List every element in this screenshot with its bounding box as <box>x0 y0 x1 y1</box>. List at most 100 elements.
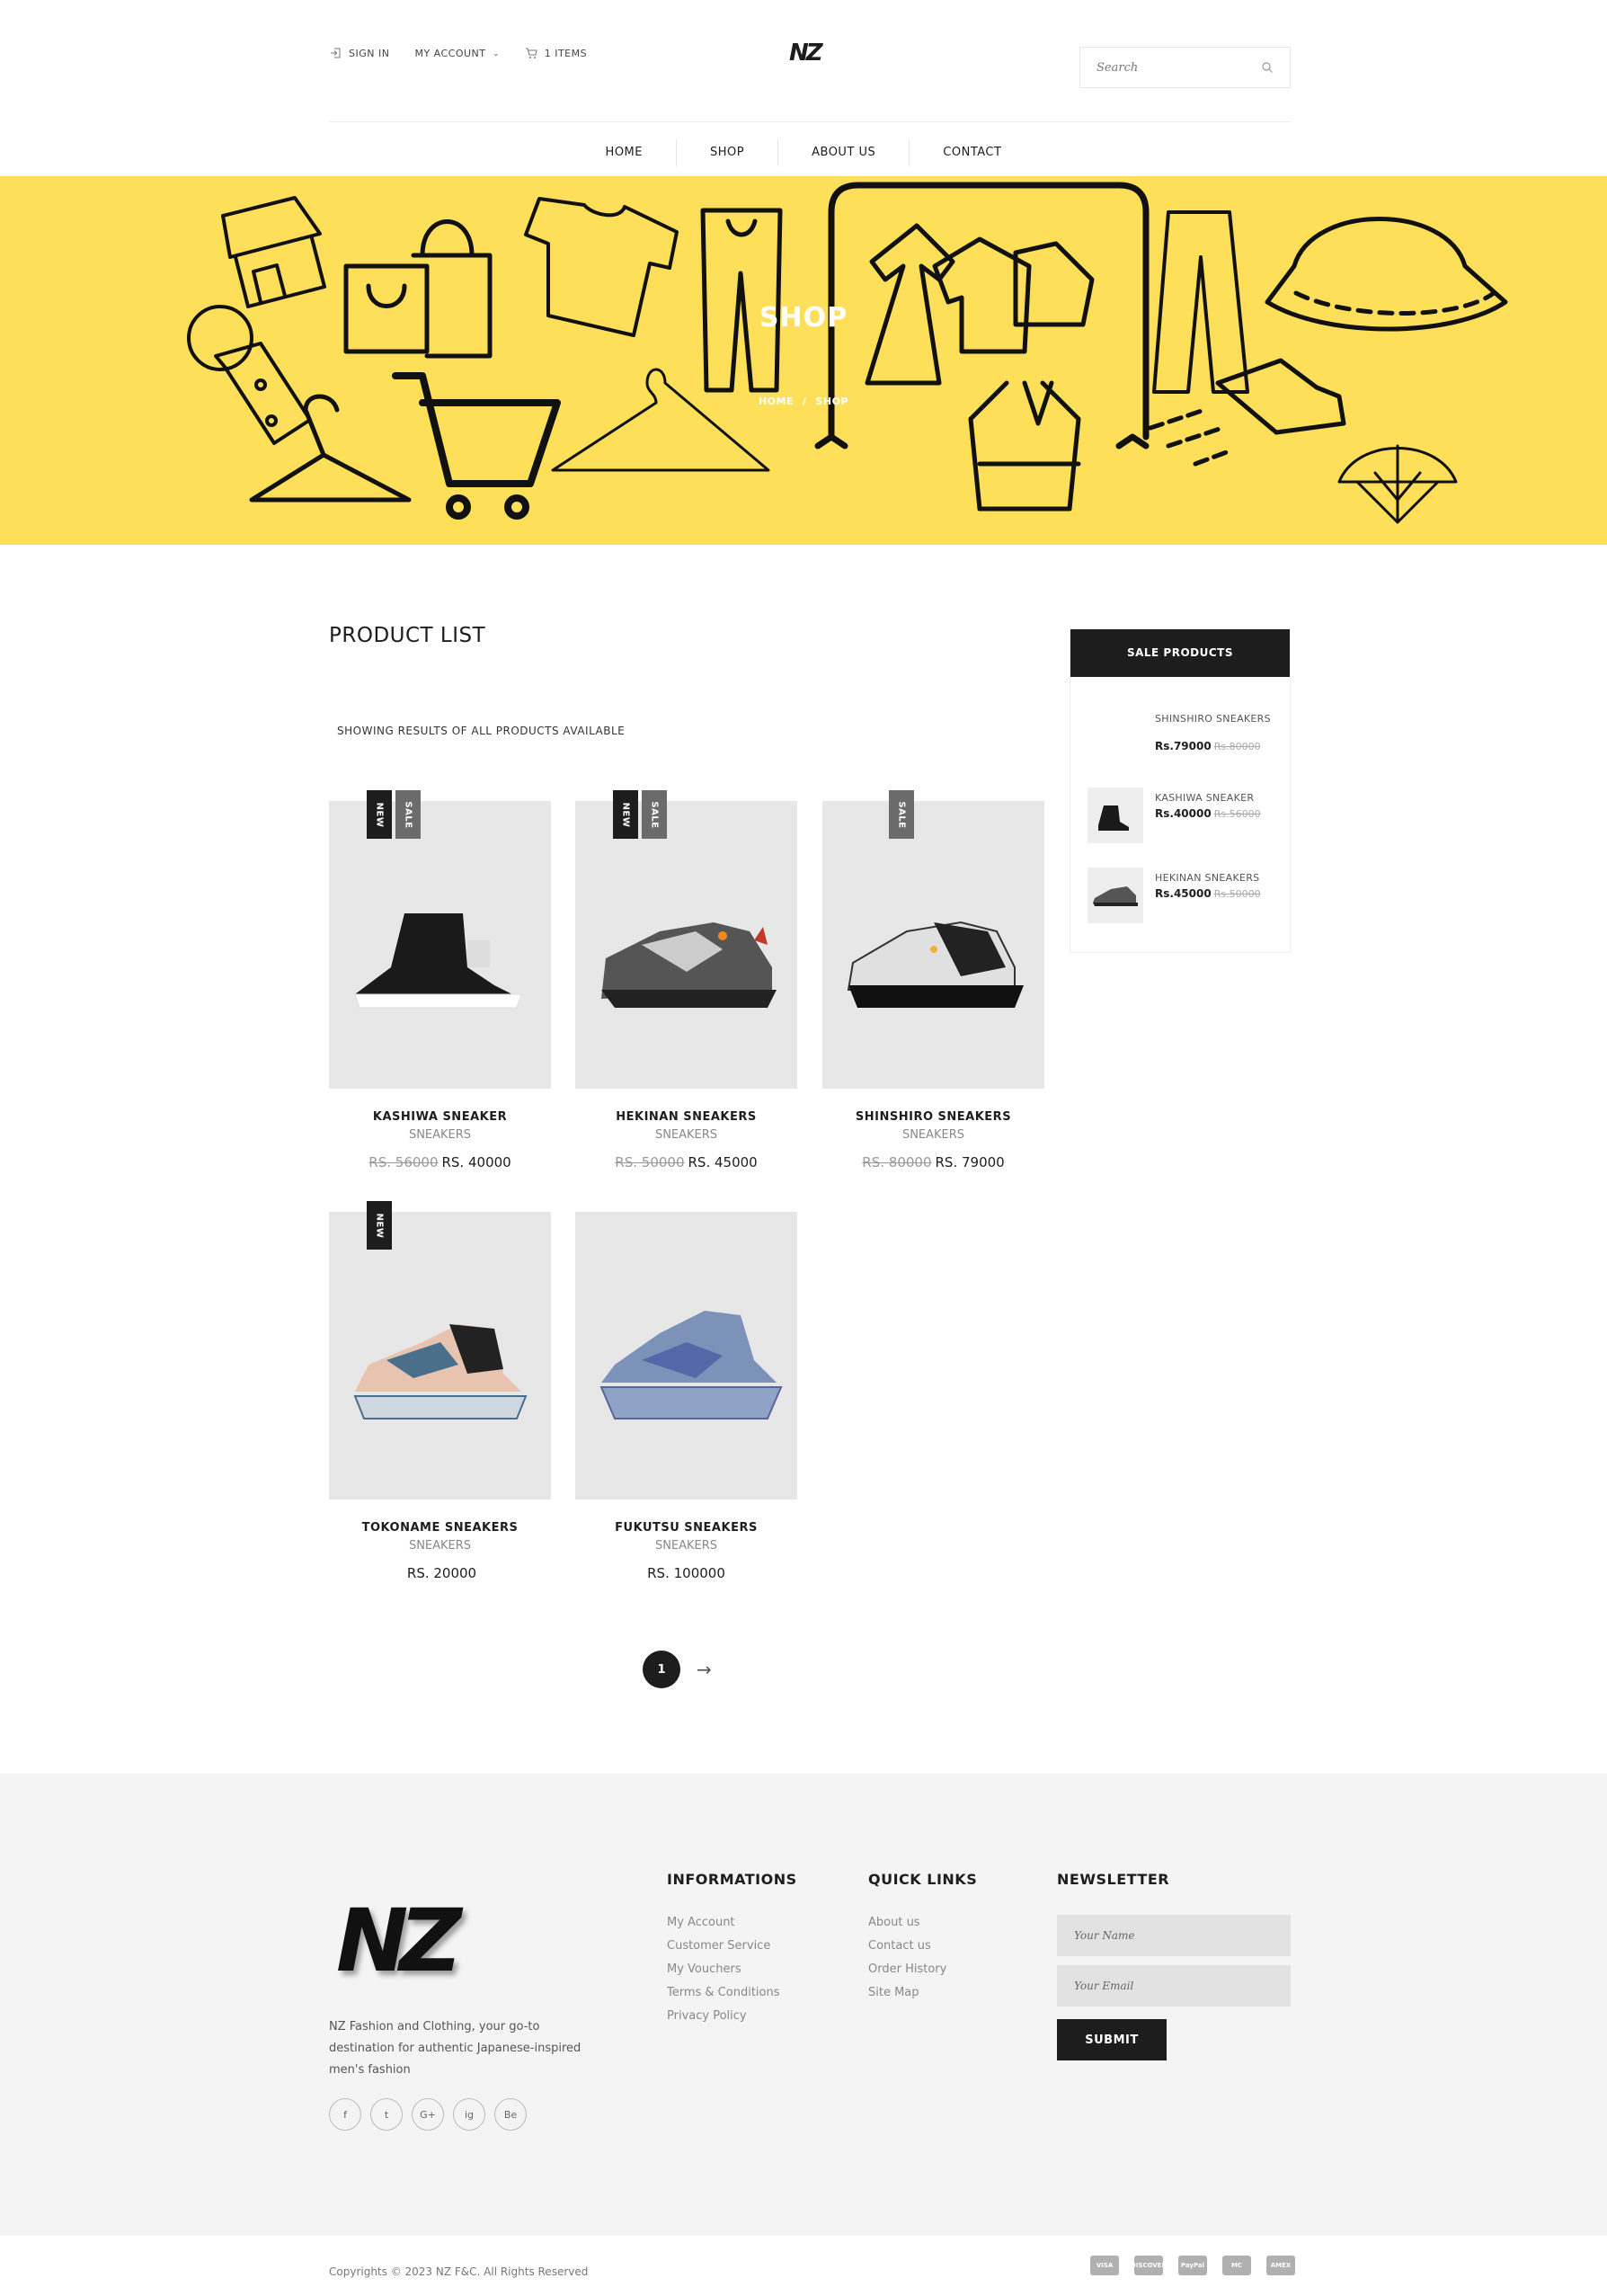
footer-logo[interactable]: NZ <box>336 1891 462 1991</box>
search-icon[interactable] <box>1261 61 1274 74</box>
store-icon <box>221 196 326 308</box>
product-price: RS. 50000 RS. 45000 <box>575 1154 797 1170</box>
mastercard-icon: MC <box>1222 2256 1251 2275</box>
product-price: RS. 100000 <box>575 1565 797 1581</box>
product-category: SNEAKERS <box>408 1539 472 1553</box>
product-image[interactable] <box>575 1212 797 1500</box>
cart-icon <box>525 48 537 58</box>
folding-fan-icon <box>1337 444 1458 524</box>
page-1-button[interactable]: 1 <box>643 1651 680 1688</box>
footer-link-my-account[interactable]: My Account <box>667 1915 797 1930</box>
new-badge: NEW <box>367 1201 392 1250</box>
product-category: SNEAKERS <box>654 1539 718 1553</box>
old-price: RS. 56000 <box>368 1154 439 1170</box>
next-page-arrow-icon[interactable]: → <box>697 1659 712 1680</box>
product-card[interactable]: FUKUTSU SNEAKERS SNEAKERS RS. 100000 <box>575 1212 797 1581</box>
footer-link-my-vouchers[interactable]: My Vouchers <box>667 1962 797 1977</box>
product-name[interactable]: SHINSHIRO SNEAKERS <box>822 1110 1044 1124</box>
shirt-on-rack-icon <box>932 236 1095 354</box>
sale-product-item[interactable]: HEKINAN SNEAKERS Rs.45000 Rs.50000 <box>1070 868 1292 925</box>
site-logo[interactable]: NZ <box>789 40 823 67</box>
quick-links-title: QUICK LINKS <box>868 1871 978 1888</box>
informations-column: INFORMATIONS My Account Customer Service… <box>667 1871 797 2032</box>
paypal-icon: PayPal <box>1178 2256 1207 2275</box>
nav-shop[interactable]: SHOP <box>677 139 779 166</box>
pagination: 1 → <box>643 1651 712 1688</box>
current-price: RS. 40000 <box>441 1154 511 1170</box>
footer-link-about-us[interactable]: About us <box>868 1915 977 1930</box>
sneaker-photo <box>599 1311 783 1419</box>
footer-link-customer-service[interactable]: Customer Service <box>667 1938 797 1953</box>
sale-product-price: Rs.40000 Rs.56000 <box>1155 807 1261 820</box>
nav-about-us[interactable]: ABOUT US <box>778 139 910 166</box>
breadcrumb: HOME / SHOP <box>0 396 1607 407</box>
informations-title: INFORMATIONS <box>667 1871 797 1888</box>
visa-icon: VISA <box>1090 2256 1119 2275</box>
product-image[interactable]: NEW SALE <box>329 790 551 1089</box>
sign-in-link[interactable]: SIGN IN <box>329 47 389 59</box>
google-plus-icon[interactable]: G+ <box>412 2098 444 2131</box>
product-name[interactable]: HEKINAN SNEAKERS <box>575 1110 797 1124</box>
sale-product-name[interactable]: HEKINAN SNEAKERS <box>1155 871 1281 885</box>
payment-methods: VISA DISCOVER PayPal MC AMEX <box>1090 2256 1295 2275</box>
footer: NZ NZ Fashion and Clothing, your go-to d… <box>0 1774 1607 2236</box>
facebook-icon[interactable]: f <box>329 2098 361 2131</box>
nav-contact[interactable]: CONTACT <box>910 139 1034 166</box>
copyright: Copyrights © 2023 NZ F&C. All Rights Res… <box>329 2265 589 2278</box>
current-price: RS. 20000 <box>406 1565 477 1581</box>
nav-home[interactable]: HOME <box>573 139 677 166</box>
newsletter-title: NEWSLETTER <box>1057 1871 1170 1888</box>
behance-icon[interactable]: Be <box>494 2098 527 2131</box>
newsletter-name-input[interactable] <box>1057 1915 1291 1956</box>
footer-link-privacy[interactable]: Privacy Policy <box>667 2008 797 2024</box>
product-name[interactable]: FUKUTSU SNEAKERS <box>575 1521 797 1535</box>
old-price: RS. 50000 <box>615 1154 685 1170</box>
product-category: SNEAKERS <box>408 1128 472 1142</box>
newsletter-submit-button[interactable]: SUBMIT <box>1057 2019 1167 2060</box>
sale-product-price: Rs.79000 Rs.80000 <box>1155 740 1261 752</box>
header-divider <box>329 121 1291 122</box>
product-image[interactable]: NEW SALE <box>575 790 797 1089</box>
top-links: SIGN IN MY ACCOUNT ⌄ 1 ITEMS <box>329 47 587 59</box>
product-card[interactable]: NEW SALE HEKINAN SNEAKERS SNEAKERS RS. 5… <box>575 790 797 1170</box>
product-price: RS. 20000 <box>329 1565 551 1581</box>
search-box <box>1079 47 1291 88</box>
product-image[interactable]: SALE <box>822 790 1044 1089</box>
cart-count: 1 ITEMS <box>544 47 588 59</box>
instagram-icon[interactable]: ig <box>453 2098 485 2131</box>
quick-links-column: QUICK LINKS About us Contact us Order Hi… <box>868 1871 977 2008</box>
search-input[interactable] <box>1096 60 1261 75</box>
sale-product-thumb[interactable] <box>1088 708 1143 764</box>
product-card[interactable]: NEW TOKONAME SNEAKERS SNEAKERS RS. 20000 <box>329 1201 551 1581</box>
sale-product-thumb[interactable] <box>1088 868 1143 923</box>
product-list-title: PRODUCT LIST <box>329 624 486 647</box>
product-name[interactable]: KASHIWA SNEAKER <box>329 1110 551 1124</box>
product-price: RS. 80000 RS. 79000 <box>822 1154 1044 1170</box>
cart-link[interactable]: 1 ITEMS <box>525 47 587 59</box>
sign-in-label: SIGN IN <box>349 47 390 59</box>
current-price: RS. 45000 <box>688 1154 758 1170</box>
product-card[interactable]: SALE SHINSHIRO SNEAKERS SNEAKERS RS. 800… <box>822 790 1044 1170</box>
sale-product-name[interactable]: SHINSHIRO SNEAKERS <box>1155 712 1281 725</box>
footer-description: NZ Fashion and Clothing, your go-to dest… <box>329 2020 582 2077</box>
product-image[interactable]: NEW <box>329 1201 551 1500</box>
main-nav: HOME SHOP ABOUT US CONTACT <box>0 130 1607 175</box>
newsletter-column: NEWSLETTER SUBMIT <box>1057 1871 1291 2060</box>
newsletter-email-input[interactable] <box>1057 1965 1291 2007</box>
sale-product-thumb[interactable] <box>1088 788 1143 843</box>
footer-link-site-map[interactable]: Site Map <box>868 1985 977 2000</box>
my-account-dropdown[interactable]: MY ACCOUNT ⌄ <box>414 48 499 59</box>
footer-link-contact-us[interactable]: Contact us <box>868 1938 977 1953</box>
sale-product-item[interactable]: KASHIWA SNEAKER Rs.40000 Rs.56000 <box>1070 788 1292 845</box>
product-card[interactable]: NEW SALE KASHIWA SNEAKER SNEAKERS RS. 56… <box>329 790 551 1170</box>
product-category: SNEAKERS <box>654 1128 718 1142</box>
product-name[interactable]: TOKONAME SNEAKERS <box>329 1521 551 1535</box>
sale-product-name[interactable]: KASHIWA SNEAKER <box>1155 791 1281 805</box>
twitter-icon[interactable]: t <box>370 2098 403 2131</box>
banner-title: SHOP <box>759 302 848 334</box>
sale-product-item[interactable]: SHINSHIRO SNEAKERS Rs.79000 Rs.80000 <box>1070 708 1292 766</box>
footer-link-terms[interactable]: Terms & Conditions <box>667 1985 797 2000</box>
breadcrumb-home[interactable]: HOME <box>759 396 794 407</box>
footer-link-order-history[interactable]: Order History <box>868 1962 977 1977</box>
breadcrumb-separator: / <box>802 396 807 407</box>
